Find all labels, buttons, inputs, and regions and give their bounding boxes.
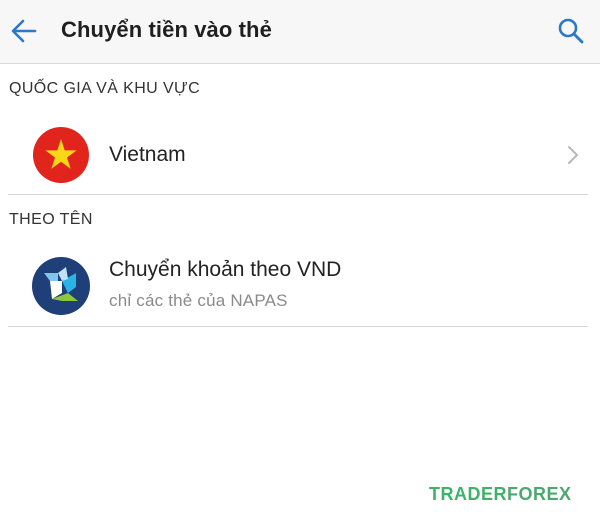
section-label-by-name: THEO TÊN — [9, 211, 93, 228]
watermark-logo: TRADERFOREX — [429, 484, 572, 505]
search-icon — [558, 18, 584, 44]
section-label-country: QUỐC GIA VÀ KHU VỰC — [9, 80, 201, 97]
divider — [8, 194, 588, 195]
back-button[interactable] — [8, 14, 40, 48]
page-title: Chuyển tiền vào thẻ — [61, 17, 272, 42]
chevron-right-icon — [566, 145, 580, 165]
country-label: Vietnam — [109, 143, 186, 166]
napas-logo-icon — [32, 257, 90, 315]
arrow-left-icon — [11, 19, 37, 43]
app-header: Chuyển tiền vào thẻ — [0, 0, 600, 64]
search-button[interactable] — [556, 16, 586, 46]
watermark-part-2: FOREX — [507, 484, 572, 504]
napas-transfer-title: Chuyển khoản theo VND — [109, 258, 342, 281]
vietnam-flag-icon — [33, 127, 89, 183]
divider — [8, 326, 588, 327]
watermark-part-1: TRADER — [429, 484, 507, 504]
napas-transfer-subtitle: chỉ các thẻ của NAPAS — [109, 291, 288, 310]
